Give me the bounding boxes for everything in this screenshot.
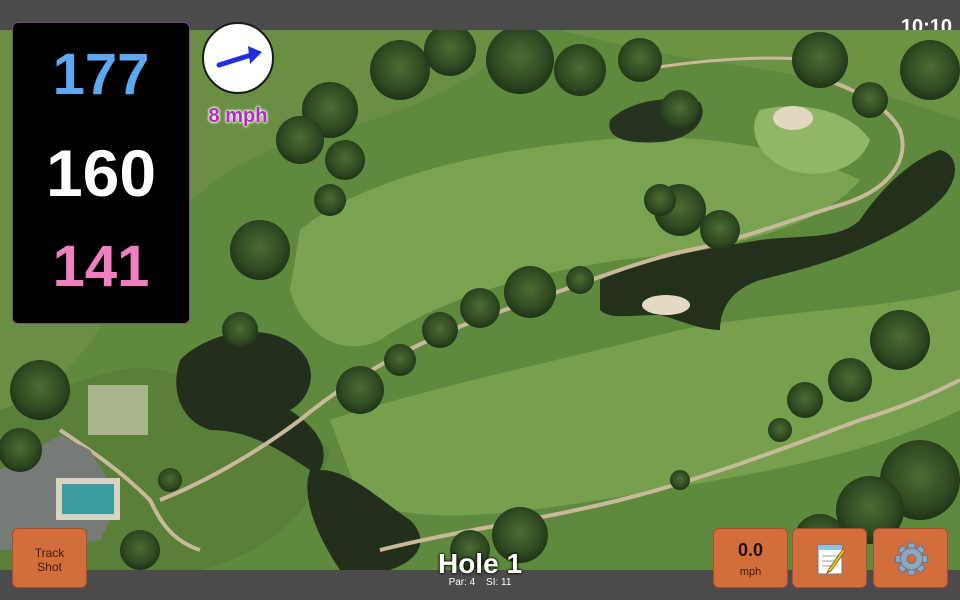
hole-title: Hole 1 [437,548,523,579]
wind-direction-arrow-icon [216,46,262,68]
gear-icon [895,542,928,576]
speed-button[interactable]: 0.0 mph [713,528,788,588]
speed-value: 0.0 [737,540,764,560]
hole-stroke-index: SI: 11 [486,577,512,588]
track-shot-button[interactable]: Track Shot [12,528,87,588]
wind-direction-indicator[interactable] [202,22,274,94]
hole-par: Par: 4 [448,577,476,588]
speed-unit: mph [739,566,762,578]
settings-button[interactable] [873,528,948,588]
notepad-icon [817,544,846,575]
middle-of-green-distance: 160 [45,136,157,210]
wind-speed-label: 8 mph [208,105,268,127]
notes-button[interactable] [792,528,867,588]
hole-info: Par: 4 SI: 11 [380,577,580,589]
front-of-green-distance: 141 [52,234,150,299]
track-shot-label-line1: Track [34,546,65,560]
track-shot-label-line2: Shot [37,560,62,574]
distance-panel: 177 160 141 [12,22,190,324]
back-of-green-distance: 177 [52,42,150,107]
